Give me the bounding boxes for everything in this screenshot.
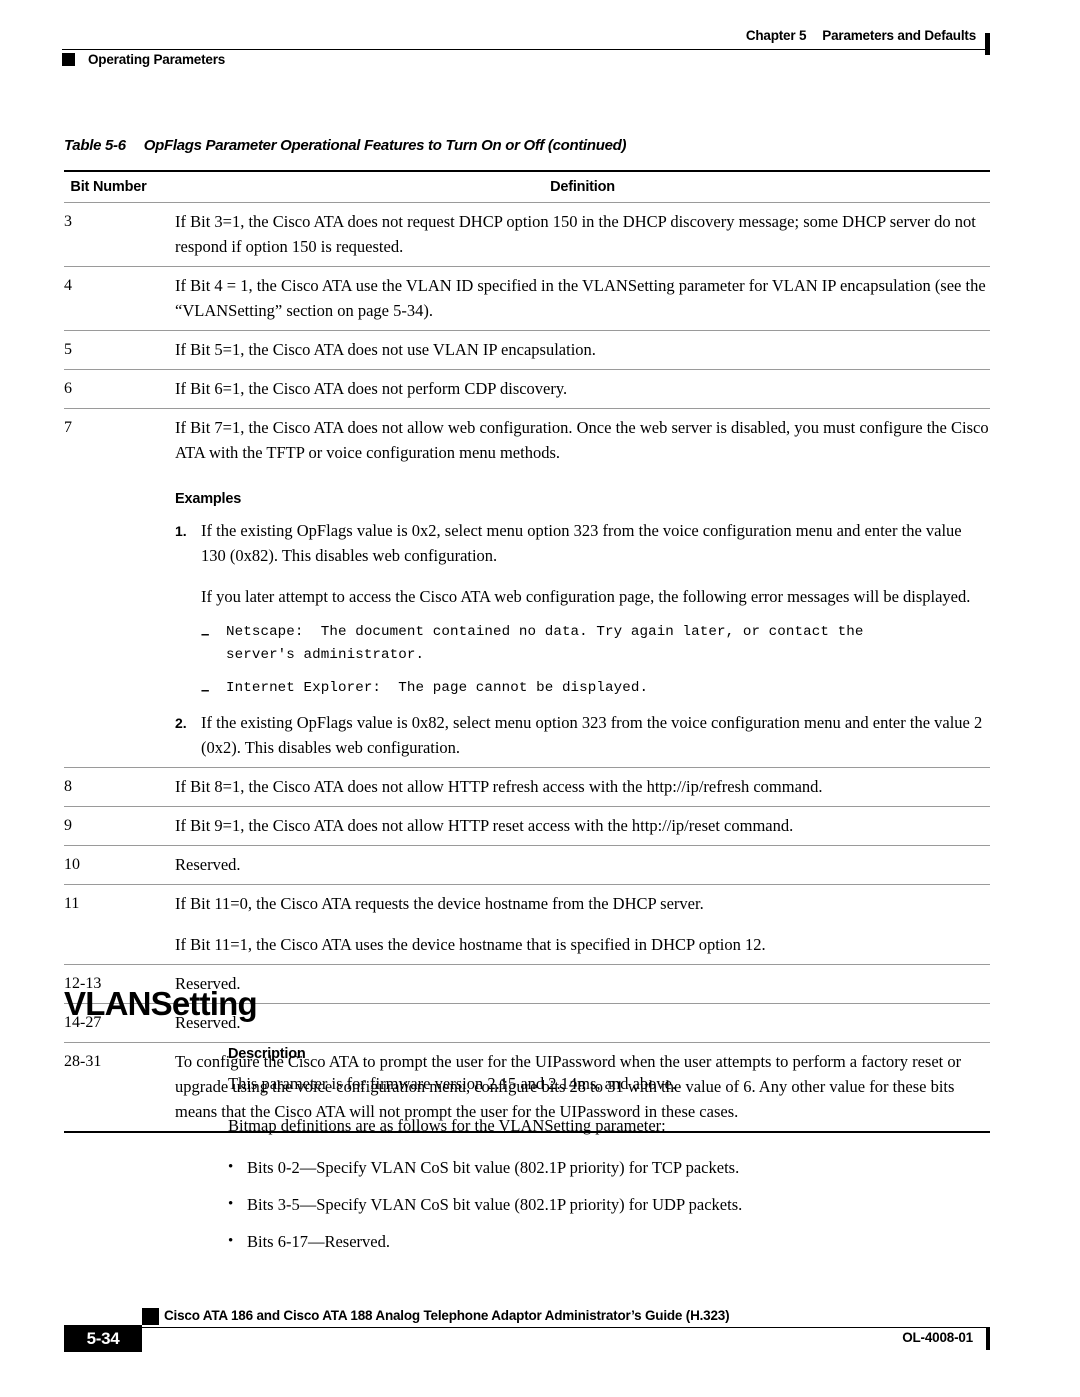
column-header-bit-number: Bit Number	[64, 170, 163, 203]
cell-definition: If Bit 7=1, the Cisco ATA does not allow…	[163, 408, 990, 768]
list-item: • Bits 0-2—Specify VLAN CoS bit value (8…	[228, 1155, 990, 1180]
definition-text: Reserved.	[175, 855, 241, 874]
definition-text: Reserved.	[175, 974, 241, 993]
bitmap-bullet-list: • Bits 0-2—Specify VLAN CoS bit value (8…	[228, 1155, 990, 1254]
page-header: Chapter 5 Parameters and Defaults Operati…	[62, 28, 990, 76]
header-chapter-line: Chapter 5 Parameters and Defaults	[746, 28, 976, 43]
header-end-marker	[985, 33, 990, 55]
cell-definition: Reserved.	[163, 1003, 990, 1043]
cell-definition: If Bit 3=1, the Cisco ATA does not reque…	[163, 202, 990, 267]
error-message-item: – Netscape: The document contained no da…	[201, 621, 990, 667]
bullet-dot-icon: •	[228, 1159, 234, 1175]
table-row: 7 If Bit 7=1, the Cisco ATA does not all…	[64, 408, 990, 768]
cell-definition: If Bit 9=1, the Cisco ATA does not allow…	[163, 806, 990, 846]
cell-bit-number: 10	[64, 845, 163, 885]
cell-bit-number: 28-31	[64, 1042, 163, 1133]
table-header-row: Bit Number Definition	[64, 170, 990, 203]
bullet-dot-icon: •	[228, 1233, 234, 1249]
cell-definition: If Bit 5=1, the Cisco ATA does not use V…	[163, 330, 990, 370]
table-caption: Table 5-6 OpFlags Parameter Operational F…	[64, 137, 627, 154]
definition-text: If Bit 3=1, the Cisco ATA does not reque…	[175, 212, 976, 256]
example-item: 1. If the existing OpFlags value is 0x2,…	[175, 518, 990, 705]
column-header-definition: Definition	[163, 170, 990, 203]
error-message-item: – Internet Explorer: The page cannot be …	[201, 677, 990, 703]
dash-bullet-icon: –	[201, 682, 210, 699]
bitmap-intro-paragraph: Bitmap definitions are as follows for th…	[228, 1116, 666, 1135]
footer-divider-rule	[64, 1327, 990, 1328]
cell-bit-number: 9	[64, 806, 163, 846]
dash-bullet-icon: –	[201, 626, 210, 643]
example-followup-text: If you later attempt to access the Cisco…	[201, 587, 971, 606]
cell-definition: Reserved.	[163, 964, 990, 1004]
header-chapter-title: Parameters and Defaults	[822, 28, 976, 43]
description-heading: Description	[228, 1046, 306, 1062]
square-bullet-icon	[142, 1308, 159, 1325]
list-item-label: Bits 0-2—Specify VLAN CoS bit value (802…	[247, 1158, 740, 1177]
section-body: Description This parameter is for firmwa…	[228, 1046, 990, 1266]
list-item-label: Bits 3-5—Specify VLAN CoS bit value (802…	[247, 1195, 743, 1214]
cell-bit-number: 11	[64, 884, 163, 965]
error-message-list: – Netscape: The document contained no da…	[201, 621, 990, 703]
list-item-label: Bits 6-17—Reserved.	[247, 1232, 390, 1251]
footer-document-id: OL-4008-01	[902, 1330, 973, 1345]
example-text: If the existing OpFlags value is 0x82, s…	[201, 713, 983, 757]
definition-text: If Bit 6=1, the Cisco ATA does not perfo…	[175, 379, 568, 398]
definition-text: If Bit 8=1, the Cisco ATA does not allow…	[175, 777, 823, 796]
footer-guide-title: Cisco ATA 186 and Cisco ATA 188 Analog T…	[164, 1308, 730, 1323]
header-running-title: Operating Parameters	[62, 52, 225, 67]
definition-text: If Bit 5=1, the Cisco ATA does not use V…	[175, 340, 596, 359]
definition-text: If Bit 11=0, the Cisco ATA requests the …	[175, 894, 704, 913]
square-bullet-icon	[62, 53, 75, 66]
error-message-text: Netscape: The document contained no data…	[226, 624, 864, 663]
table-row: 4 If Bit 4 = 1, the Cisco ATA use the VL…	[64, 266, 990, 331]
table-row: 5 If Bit 5=1, the Cisco ATA does not use…	[64, 330, 990, 370]
definition-text: Reserved.	[175, 1013, 241, 1032]
table-row: 3 If Bit 3=1, the Cisco ATA does not req…	[64, 202, 990, 267]
definition-text: If Bit 4 = 1, the Cisco ATA use the VLAN…	[175, 276, 986, 320]
cell-definition: If Bit 6=1, the Cisco ATA does not perfo…	[163, 369, 990, 409]
cell-bit-number: 4	[64, 266, 163, 331]
cell-bit-number: 6	[64, 369, 163, 409]
page-footer: Cisco ATA 186 and Cisco ATA 188 Analog T…	[64, 1308, 990, 1364]
page-number-badge: 5-34	[64, 1325, 142, 1352]
table-row: 9 If Bit 9=1, the Cisco ATA does not all…	[64, 806, 990, 846]
header-divider-rule	[62, 49, 990, 50]
table-caption-text: OpFlags Parameter Operational Features t…	[143, 137, 627, 154]
table-row: 8 If Bit 8=1, the Cisco ATA does not all…	[64, 767, 990, 807]
footer-end-marker	[986, 1327, 990, 1350]
table-caption-number: Table 5-6	[64, 137, 126, 154]
definition-text: If Bit 11=1, the Cisco ATA uses the devi…	[175, 935, 766, 954]
cell-definition: If Bit 4 = 1, the Cisco ATA use the VLAN…	[163, 266, 990, 331]
list-item: • Bits 6-17—Reserved.	[228, 1229, 990, 1254]
example-item: 2. If the existing OpFlags value is 0x82…	[175, 710, 990, 760]
definition-text: If Bit 7=1, the Cisco ATA does not allow…	[175, 418, 989, 462]
section-heading-vlansetting: VLANSetting	[64, 985, 258, 1022]
cell-bit-number: 3	[64, 202, 163, 267]
examples-list: 1. If the existing OpFlags value is 0x2,…	[175, 518, 990, 760]
table-row: 6 If Bit 6=1, the Cisco ATA does not per…	[64, 369, 990, 409]
error-message-text: Internet Explorer: The page cannot be di…	[226, 680, 649, 696]
example-text: If the existing OpFlags value is 0x2, se…	[201, 521, 962, 565]
header-chapter-number: Chapter 5	[745, 28, 807, 43]
cell-definition: If Bit 8=1, the Cisco ATA does not allow…	[163, 767, 990, 807]
cell-bit-number: 8	[64, 767, 163, 807]
header-section-label: Operating Parameters	[88, 52, 226, 67]
table-row: 11 If Bit 11=0, the Cisco ATA requests t…	[64, 884, 990, 965]
table-row: 10 Reserved.	[64, 845, 990, 885]
cell-definition: If Bit 11=0, the Cisco ATA requests the …	[163, 884, 990, 965]
description-paragraph: This parameter is for firmware version 2…	[228, 1074, 677, 1093]
cell-bit-number: 5	[64, 330, 163, 370]
example-number: 2.	[175, 715, 187, 731]
cell-bit-number: 7	[64, 408, 163, 768]
list-item: • Bits 3-5—Specify VLAN CoS bit value (8…	[228, 1192, 990, 1217]
examples-heading: Examples	[175, 491, 242, 507]
bullet-dot-icon: •	[228, 1196, 234, 1212]
cell-definition: Reserved.	[163, 845, 990, 885]
example-number: 1.	[175, 523, 187, 539]
definition-text: If Bit 9=1, the Cisco ATA does not allow…	[175, 816, 794, 835]
